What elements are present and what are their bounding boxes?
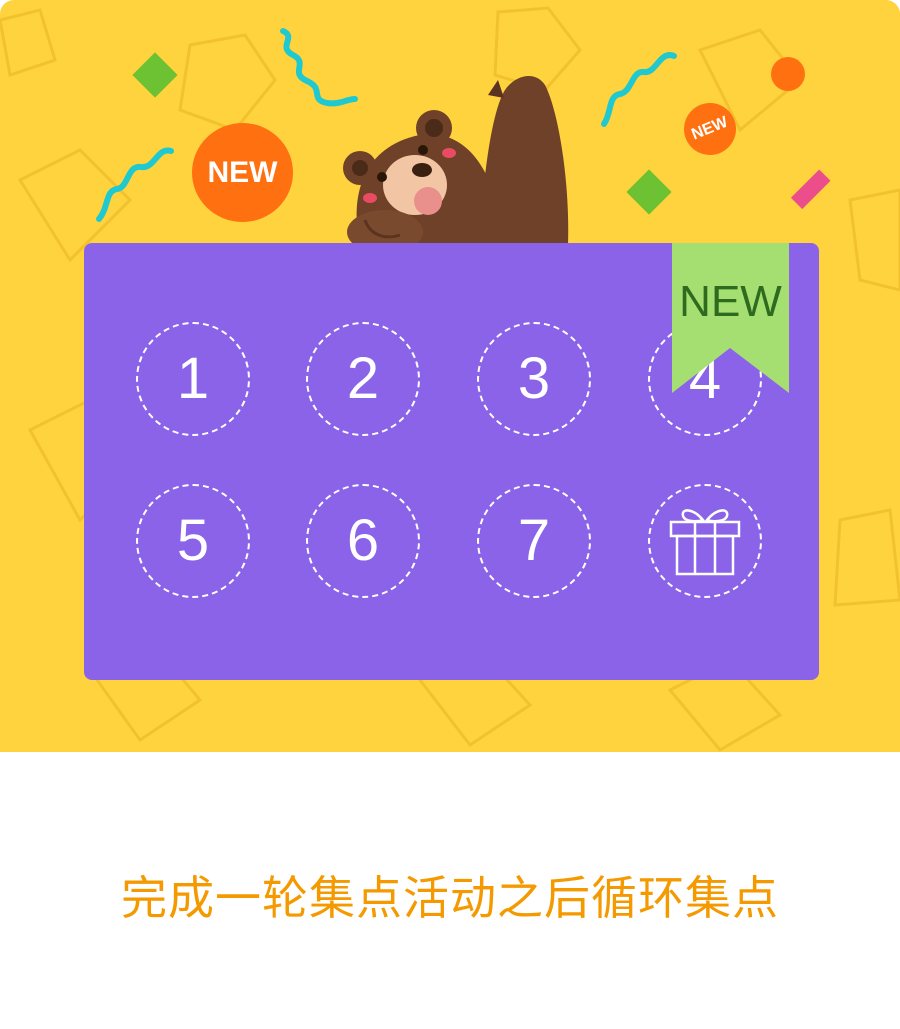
bear-mascot-icon	[343, 75, 569, 254]
pink-bar-confetti	[790, 169, 831, 210]
orange-dot-confetti	[771, 57, 805, 91]
new-badge-large: NEW	[192, 123, 293, 222]
stamp-slot-7: 7	[477, 484, 591, 598]
caption-text: 完成一轮集点活动之后循环集点	[121, 872, 779, 924]
new-ribbon-label: NEW	[679, 277, 782, 326]
stamp-slot-6: 6	[306, 484, 420, 598]
teal-squiggle-confetti	[96, 147, 174, 222]
green-diamond-confetti	[132, 52, 178, 98]
reward-slot	[648, 484, 762, 598]
teal-squiggle-confetti	[601, 52, 677, 127]
stamp-slot-3: 3	[477, 322, 591, 436]
stamp-slot-2: 2	[306, 322, 420, 436]
stamp-card: 1 2 3 4 5 6 7 NEW	[84, 243, 819, 680]
gift-icon	[669, 509, 741, 576]
stamp-slot-5: 5	[136, 484, 250, 598]
stamp-slot-1: 1	[136, 322, 250, 436]
green-diamond-confetti	[626, 169, 672, 215]
hero-banner: NEW NEW 1 2 3 4 5 6 7 NEW	[0, 0, 900, 752]
